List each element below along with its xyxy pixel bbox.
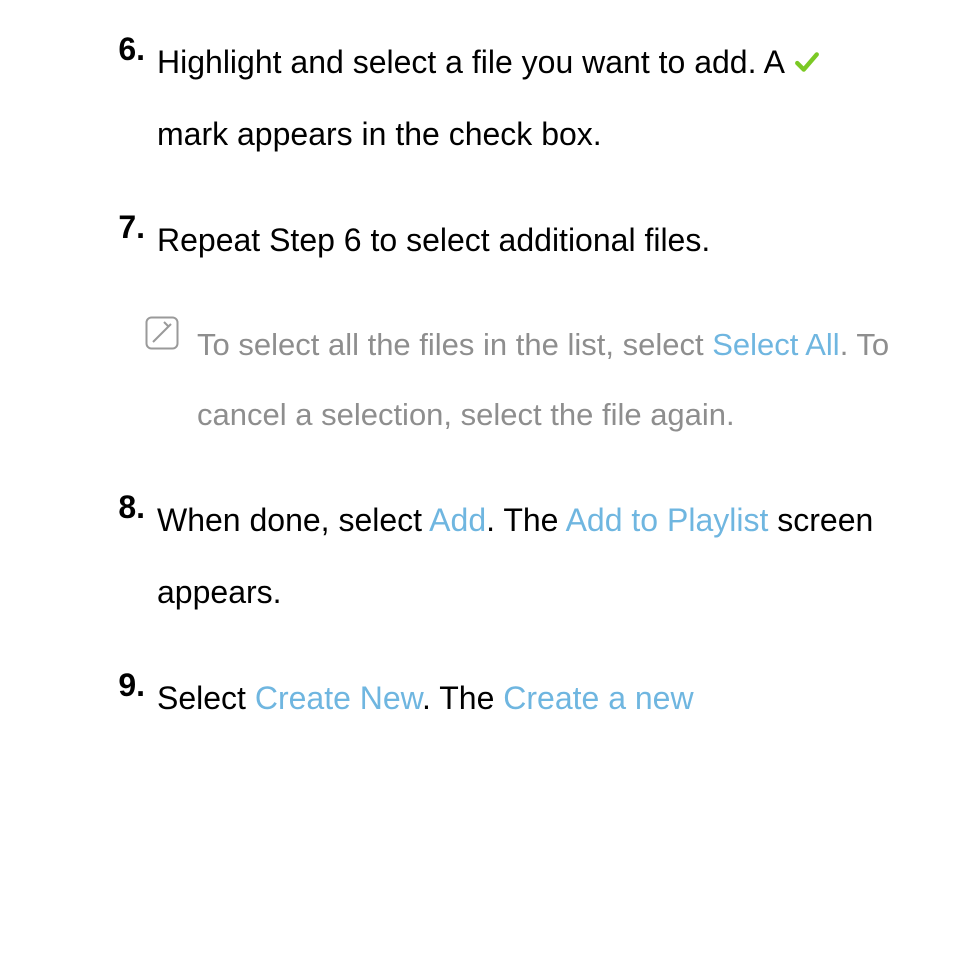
text: To select all the files in the list, sel… — [197, 327, 712, 362]
text: When done, select — [157, 502, 429, 538]
ui-term-create-a-new: Create a new — [503, 680, 693, 716]
step-number: 9. — [100, 662, 145, 708]
step-8: 8. When done, select Add. The Add to Pla… — [100, 484, 894, 628]
text: mark appears in the check box. — [157, 116, 602, 152]
step-9: 9. Select Create New. The Create a new — [100, 662, 894, 734]
step-7: 7. Repeat Step 6 to select additional fi… — [100, 204, 894, 276]
ui-term-add-to-playlist: Add to Playlist — [566, 502, 769, 538]
note-body: To select all the files in the list, sel… — [197, 310, 894, 450]
step-body: Highlight and select a file you want to … — [157, 26, 894, 170]
step-body: When done, select Add. The Add to Playli… — [157, 484, 894, 628]
text: . The — [422, 680, 503, 716]
step-6: 6. Highlight and select a file you want … — [100, 26, 894, 170]
text: Select — [157, 680, 255, 716]
document-page: 6. Highlight and select a file you want … — [0, 0, 954, 734]
note: To select all the files in the list, sel… — [145, 310, 894, 450]
note-icon — [145, 316, 179, 350]
checkmark-icon — [792, 44, 822, 80]
ui-term-select-all: Select All — [712, 327, 840, 362]
step-number: 6. — [100, 26, 145, 72]
ui-term-add: Add — [429, 502, 486, 538]
step-number: 8. — [100, 484, 145, 530]
step-body: Select Create New. The Create a new — [157, 662, 894, 734]
text: . The — [486, 502, 565, 538]
ui-term-create-new: Create New — [255, 680, 422, 716]
step-body: Repeat Step 6 to select additional files… — [157, 204, 894, 276]
step-number: 7. — [100, 204, 145, 250]
text: Repeat Step 6 to select additional files… — [157, 222, 710, 258]
text: Highlight and select a file you want to … — [157, 44, 792, 80]
